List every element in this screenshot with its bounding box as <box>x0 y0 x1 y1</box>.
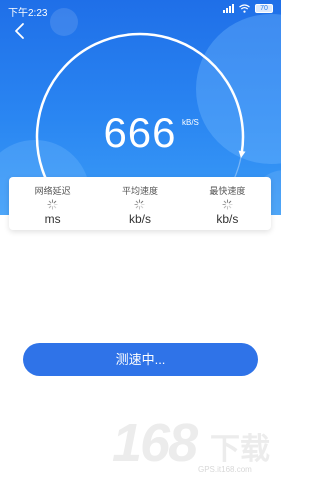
back-button[interactable] <box>10 20 32 42</box>
speed-unit-label: kB/S <box>182 118 199 127</box>
watermark-logo: 168 <box>112 413 198 473</box>
gauge-pointer-icon <box>238 150 246 159</box>
stat-average-speed: 平均速度 kb/s <box>96 177 183 230</box>
stat-label: 网络延迟 <box>34 186 71 196</box>
stat-unit: ms <box>44 212 61 226</box>
loading-spinner-icon <box>134 199 146 210</box>
loading-spinner-icon <box>47 199 58 210</box>
stat-label: 最快速度 <box>209 186 246 196</box>
status-time: 下午2:23 <box>8 8 48 19</box>
watermark-logo-text: 下载 <box>210 433 270 466</box>
status-icons: 70 <box>223 4 273 13</box>
loading-spinner-icon <box>222 199 233 210</box>
stat-max-speed: 最快速度 kb/s <box>184 177 271 230</box>
current-speed-value: 666 <box>103 109 177 156</box>
speed-test-button[interactable]: 测速中... <box>23 343 258 376</box>
site-watermark: 168 下载 GPS.it168.com <box>112 412 272 482</box>
stat-unit: kb/s <box>128 212 151 226</box>
wifi-icon <box>239 4 250 13</box>
chevron-left-icon <box>15 23 24 39</box>
signal-icon <box>223 4 234 13</box>
stat-latency: 网络延迟 ms <box>9 177 96 230</box>
watermark-url: GPS.it168.com <box>198 465 252 474</box>
stat-unit: kb/s <box>216 212 239 226</box>
status-bar: 下午2:23 70 <box>0 0 281 19</box>
stat-label: 平均速度 <box>121 186 158 196</box>
speed-stats-card: 网络延迟 ms 平均速度 kb/s 最快速度 kb/s <box>9 177 271 230</box>
battery-icon: 70 <box>255 4 273 13</box>
